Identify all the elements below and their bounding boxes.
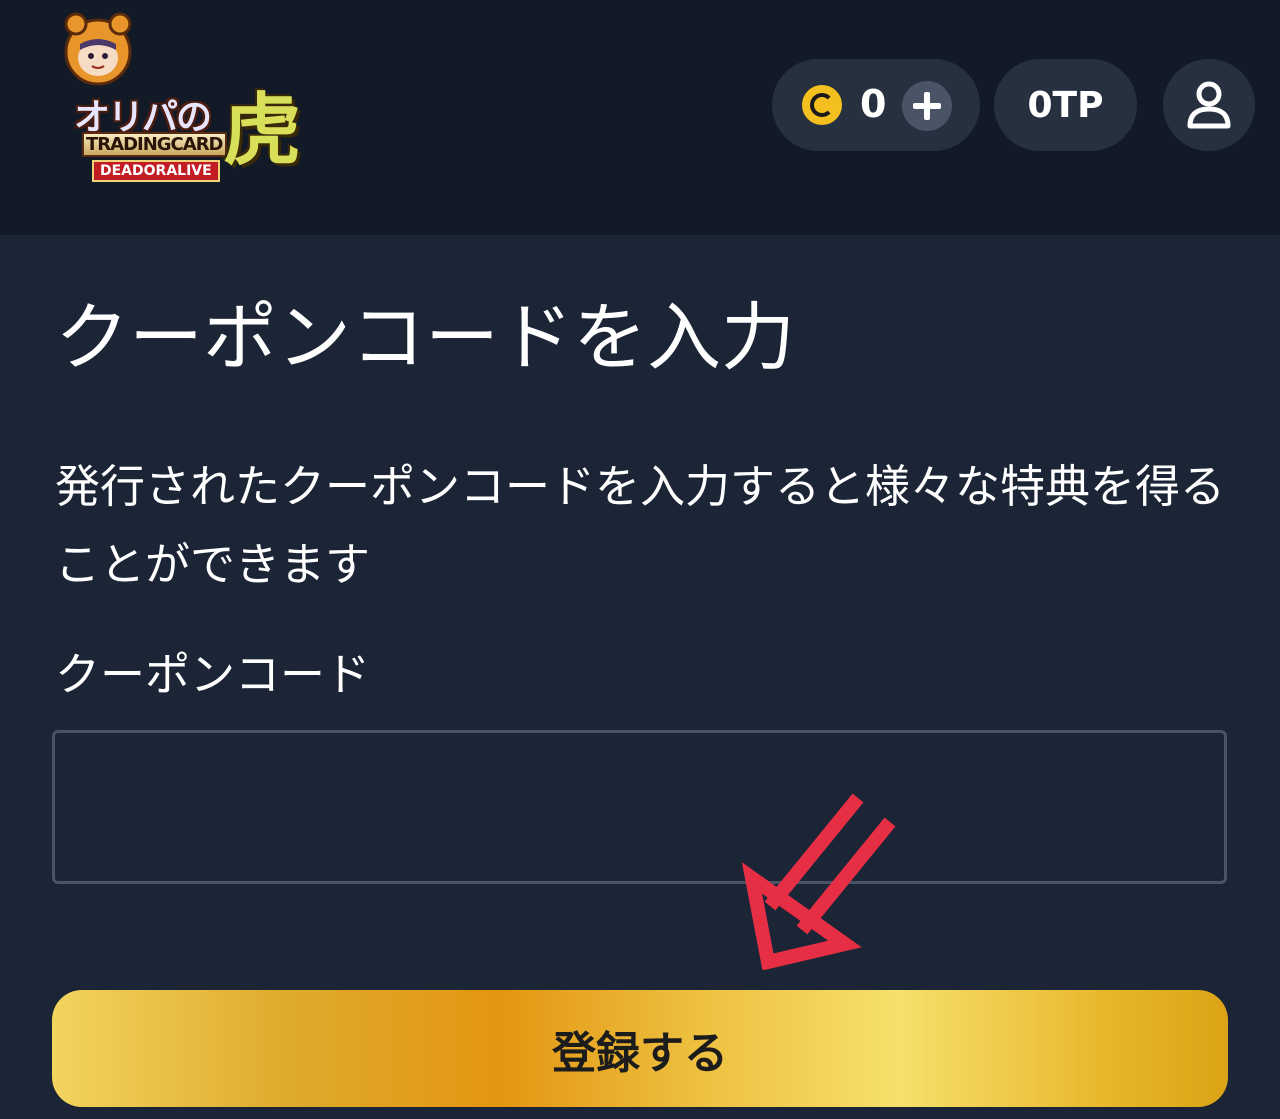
app-header: オリパの TRADINGCARD DEADORALIVE 虎 0 0TP	[0, 0, 1280, 235]
site-logo[interactable]: オリパの TRADINGCARD DEADORALIVE 虎	[58, 10, 323, 205]
register-button[interactable]: 登録する	[52, 990, 1228, 1107]
user-icon	[1187, 81, 1231, 129]
logo-line3: DEADORALIVE	[92, 160, 220, 182]
red-arrow-icon	[741, 793, 896, 970]
logo-wordmark: オリパの TRADINGCARD DEADORALIVE	[70, 88, 240, 188]
mascot-icon	[64, 12, 132, 86]
logo-kanji: 虎	[223, 86, 302, 176]
coin-balance-pill[interactable]: 0	[772, 59, 980, 151]
logo-line2: TRADINGCARD	[82, 132, 227, 157]
page-title: クーポンコードを入力	[55, 295, 795, 381]
coupon-code-input[interactable]	[52, 730, 1227, 884]
coupon-code-label: クーポンコード	[55, 648, 371, 701]
page-description: 発行されたクーポンコードを入力すると様々な特典を得ることができます	[55, 460, 1226, 591]
coin-balance: 0	[860, 82, 887, 126]
add-coins-button[interactable]	[902, 81, 952, 131]
account-button[interactable]	[1163, 59, 1255, 151]
coin-icon	[802, 85, 842, 125]
tp-balance-pill[interactable]: 0TP	[994, 59, 1137, 151]
